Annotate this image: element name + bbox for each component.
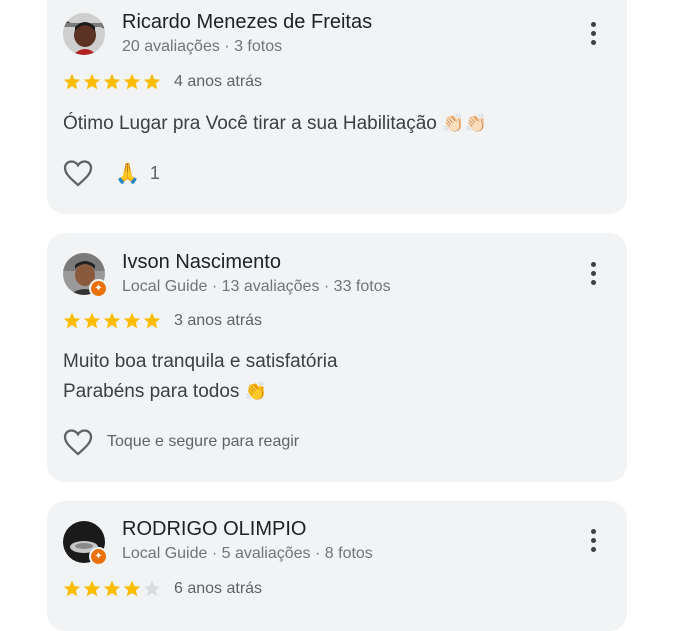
review-text-line: Ótimo Lugar pra Você tirar a sua Habilit…	[63, 113, 437, 134]
clap-emoji: 👏🏻👏🏻	[442, 113, 487, 134]
star-icon	[63, 73, 81, 90]
star-rating	[63, 580, 161, 598]
more-vert-icon[interactable]	[581, 258, 605, 288]
praying-hands-emoji: 🙏	[115, 161, 140, 185]
review-text: Muito boa tranquila e satisfatória Parab…	[63, 347, 338, 407]
star-icon	[123, 580, 141, 597]
local-guide-badge-icon: ✦	[89, 279, 108, 298]
reviewer-meta: 20 avaliações · 3 fotos	[122, 38, 283, 55]
star-icon	[143, 73, 161, 90]
star-icon	[103, 312, 121, 329]
avatar[interactable]: ✦	[63, 521, 108, 566]
more-vert-icon[interactable]	[581, 525, 605, 555]
star-rating	[63, 73, 161, 91]
review-card: ✦ Ivson Nascimento Local Guide · 13 aval…	[47, 233, 627, 482]
reviewer-name[interactable]: Ivson Nascimento	[122, 251, 281, 274]
rating-row: 3 anos atrás	[63, 312, 262, 330]
avatar[interactable]: ✦	[63, 253, 108, 298]
review-actions: 🙏 1	[63, 159, 160, 187]
review-text-line: Muito boa tranquila e satisfatória	[63, 351, 338, 372]
star-icon	[143, 312, 161, 329]
star-icon	[63, 312, 81, 329]
review-card: Ricardo Menezes de Freitas 20 avaliações…	[47, 0, 627, 214]
star-icon	[63, 580, 81, 597]
reaction-count[interactable]: 🙏 1	[115, 161, 160, 185]
review-text: Ótimo Lugar pra Você tirar a sua Habilit…	[63, 109, 487, 139]
clap-emoji: 👏	[244, 381, 268, 402]
star-icon	[123, 312, 141, 329]
reviewer-meta: Local Guide · 13 avaliações · 33 fotos	[122, 278, 391, 295]
star-icon	[143, 580, 161, 597]
star-icon	[103, 580, 121, 597]
reviewer-meta: Local Guide · 5 avaliações · 8 fotos	[122, 545, 373, 562]
avatar[interactable]	[63, 13, 105, 55]
review-time: 4 anos atrás	[174, 73, 263, 90]
local-guide-badge-icon: ✦	[89, 547, 108, 566]
review-card: ✦ RODRIGO OLIMPIO Local Guide · 5 avalia…	[47, 501, 627, 631]
heart-outline-icon[interactable]	[63, 159, 93, 187]
review-time: 6 anos atrás	[174, 580, 263, 597]
reaction-count-value: 1	[149, 162, 160, 183]
rating-row: 6 anos atrás	[63, 580, 262, 598]
reviewer-name[interactable]: Ricardo Menezes de Freitas	[122, 11, 372, 34]
more-vert-icon[interactable]	[581, 18, 605, 48]
rating-row: 4 anos atrás	[63, 73, 262, 91]
review-time: 3 anos atrás	[174, 312, 263, 329]
heart-outline-icon[interactable]	[63, 428, 93, 456]
star-rating	[63, 312, 161, 330]
star-icon	[123, 73, 141, 90]
avatar-image	[63, 13, 105, 55]
reaction-hint: Toque e segure para reagir	[107, 433, 300, 450]
reviewer-name[interactable]: RODRIGO OLIMPIO	[122, 518, 306, 541]
star-icon	[83, 312, 101, 329]
star-icon	[103, 73, 121, 90]
review-text-line: Parabéns para todos 👏	[63, 381, 268, 402]
star-icon	[83, 580, 101, 597]
star-icon	[83, 73, 101, 90]
review-actions: Toque e segure para reagir	[63, 428, 299, 456]
